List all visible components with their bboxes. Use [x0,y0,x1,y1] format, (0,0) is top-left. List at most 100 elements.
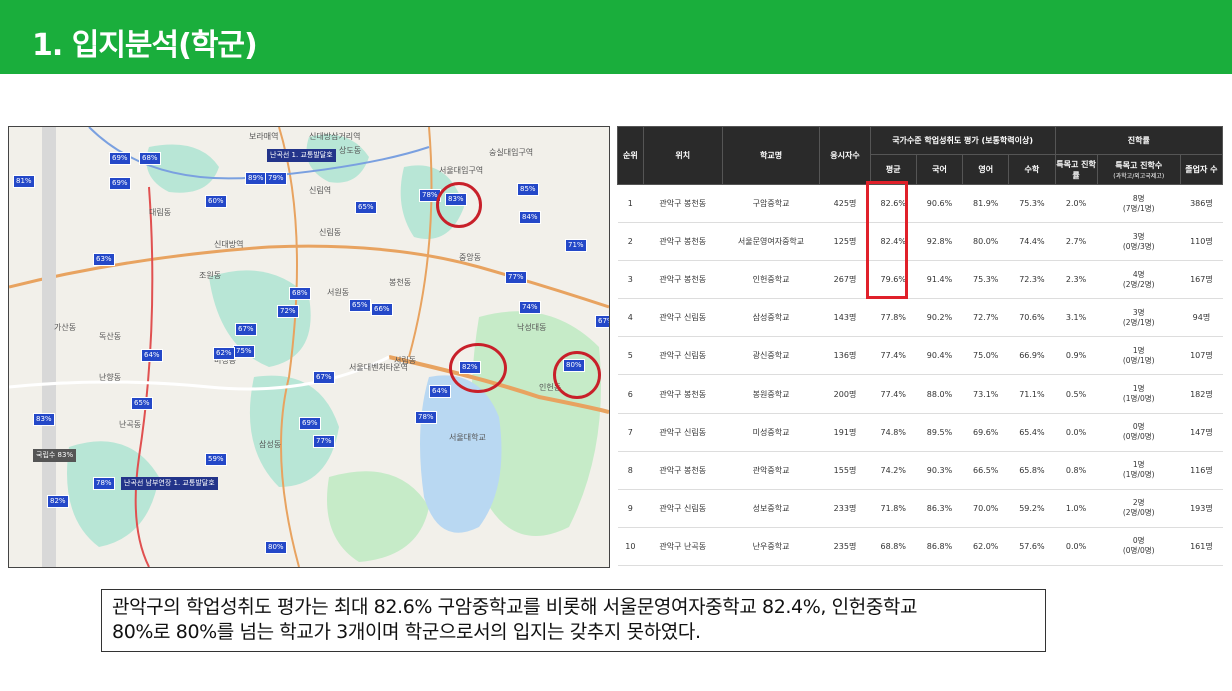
cell-admitted: 161명 [1180,526,1223,567]
transit-line-box: 난곡선 남부연장 1. 교통발달호 [121,477,218,490]
map-label: 대림동 [149,208,172,217]
cell-avg: 77.4% [870,374,917,414]
map-label: 숭실대입구역 [489,148,534,157]
school-pin: 65% [349,299,371,312]
cell-school: 삼성중학교 [722,298,820,338]
cell-examinees: 425명 [819,183,871,224]
cell-examinees: 191명 [819,412,871,452]
cell-eng: 75.0% [962,336,1009,376]
special-count-total: 1명 [1132,460,1145,470]
school-pin: 64% [429,385,451,398]
school-pin: 82% [47,495,69,508]
cell-location: 관악구 신림동 [643,488,723,528]
school-pin: 85% [517,183,539,196]
cell-school: 서울문영여자중학교 [722,222,820,262]
cell-rank: 8 [617,450,644,490]
cell-avg: 74.8% [870,412,917,452]
cell-examinees: 233명 [819,488,871,528]
col-school: 학교명 [721,126,821,185]
col-special-count-sub: (과학고/외고국제고) [1113,172,1165,180]
cell-avg: 77.8% [870,298,917,338]
col-admitted: 졸업자 수 [1179,154,1224,185]
school-map: 서울대입구역 상도동 숭실대입구역 보라매역 신대방삼거리역 봉천동 대림동 신… [8,126,610,568]
cell-examinees: 267명 [819,260,871,300]
map-label: 봉천동 [389,278,412,287]
cell-eng: 66.5% [962,450,1009,490]
special-count-detail: (2명/1명) [1122,317,1155,327]
cell-examinees: 155명 [819,450,871,490]
cell-kor: 92.8% [916,222,963,262]
school-pin: 69% [299,417,321,430]
table-row: 10 관악구 난곡동 난우중학교 235명 68.8% 86.8% 62.0% 57.6% 0.… [617,526,1223,567]
summary-box: 관악구의 학업성취도 평가는 최대 82.6% 구암중학교를 비롯해 서울문영여… [101,589,1046,652]
cell-school: 구암중학교 [722,183,820,224]
group-advancement: 진학률 [1054,126,1224,155]
group-achievement: 국가수준 학업성취도 평가 (보통학력이상) [869,126,1056,155]
cell-school: 인헌중학교 [722,260,820,300]
cell-special-count: 3명 (2명/1명) [1097,298,1181,338]
school-pin: 66% [371,303,393,316]
cell-math: 65.4% [1008,412,1056,452]
header-bar: 1. 입지분석(학군) [0,0,1232,74]
special-count-detail: (1명/0명) [1122,470,1155,480]
map-label: 난향동 [99,373,122,382]
cell-avg: 74.2% [870,450,917,490]
map-label: 서울대벤처타운역 [349,363,408,372]
highlight-circle-guam [436,182,482,228]
map-label: 신림역 [309,186,332,195]
cell-avg: 71.8% [870,488,917,528]
cell-special-rate: 0.8% [1055,450,1098,490]
map-label: 보라매역 [249,132,279,141]
special-count-detail: (0명/1명) [1122,355,1155,365]
school-pin: 67% [595,315,609,328]
col-rank: 순위 [617,126,644,185]
special-count-total: 3명 [1132,307,1145,317]
cell-location: 관악구 신림동 [643,336,723,376]
cell-location: 관악구 난곡동 [643,526,723,567]
map-label: 신대방역 [214,240,244,249]
cell-kor: 86.3% [916,488,963,528]
page-title: 1. 입지분석(학군) [32,28,258,63]
map-label: 신림동 [319,228,342,237]
school-ranking-table: 순위 위치 학교명 응시자수 국가수준 학업성취도 평가 (보통학력이상) 진학… [617,126,1224,567]
cell-special-count: 8명 (7명/1명) [1097,183,1181,224]
special-count-detail: (2명/2명) [1122,279,1155,289]
cell-special-rate: 0.0% [1055,412,1098,452]
table-row: 7 관악구 신림동 미성중학교 191명 74.8% 89.5% 69.6% 65.4% 0.0… [617,412,1223,452]
school-pin: 74% [519,301,541,314]
cell-kor: 90.4% [916,336,963,376]
cell-rank: 9 [617,488,644,528]
special-count-detail: (1명/0명) [1122,394,1155,404]
cell-examinees: 125명 [819,222,871,262]
special-count-total: 8명 [1132,193,1145,203]
special-count-total: 1명 [1132,384,1145,394]
cell-rank: 3 [617,260,644,300]
cell-rank: 2 [617,222,644,262]
cell-special-count: 1명 (1명/0명) [1097,374,1181,414]
cell-kor: 86.8% [916,526,963,567]
col-eng: 영어 [962,154,1010,185]
cell-admitted: 182명 [1180,374,1223,414]
highlight-circle-munyeong [449,343,507,393]
cell-math: 57.6% [1008,526,1056,567]
table-row: 8 관악구 봉천동 관악중학교 155명 74.2% 90.3% 66.5% 65.8% 0.8… [617,450,1223,490]
cell-math: 75.3% [1008,183,1056,224]
cell-eng: 62.0% [962,526,1009,567]
col-examinees: 응시자수 [819,126,871,185]
special-count-detail: (2명/0명) [1122,508,1155,518]
table-row: 5 관악구 신림동 광신중학교 136명 77.4% 90.4% 75.0% 66.9% 0.9… [617,336,1223,376]
cell-school: 관악중학교 [722,450,820,490]
cell-avg: 77.4% [870,336,917,376]
table-row: 6 관악구 봉천동 봉원중학교 200명 77.4% 88.0% 73.1% 71.1% 0.5… [617,374,1223,414]
cell-kor: 90.2% [916,298,963,338]
school-pin: 83% [33,413,55,426]
school-pin: 59% [205,453,227,466]
school-pin: 63% [93,253,115,266]
col-avg: 평균 [869,154,917,185]
cell-location: 관악구 봉천동 [643,374,723,414]
map-label: 난곡동 [119,420,142,429]
cell-special-rate: 2.0% [1055,183,1098,224]
cell-examinees: 136명 [819,336,871,376]
highlight-box-top3-avg [866,181,908,299]
cell-avg: 68.8% [870,526,917,567]
